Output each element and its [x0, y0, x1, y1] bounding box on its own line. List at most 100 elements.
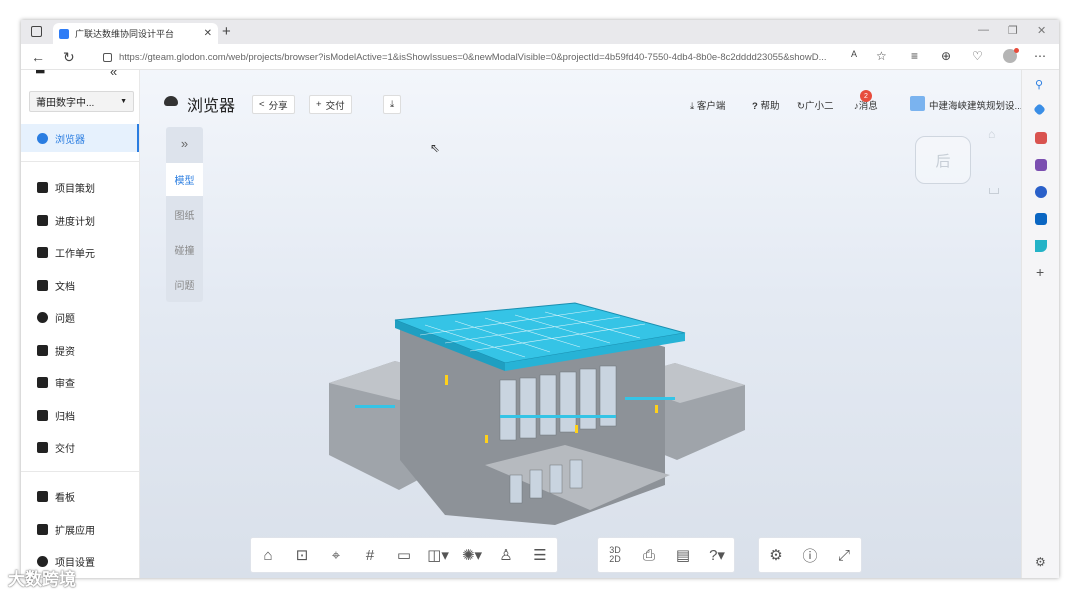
sidebar-item-browser[interactable]: 浏览器 — [21, 124, 139, 152]
browser-tabbar: 广联达数维协同设计平台 ✕ + — ❐ ✕ — [21, 20, 1059, 44]
grid-icon[interactable]: # — [353, 537, 387, 573]
expand-panel-icon[interactable]: » — [166, 127, 203, 160]
site-info-icon[interactable] — [103, 52, 112, 62]
user-name[interactable]: 中建海峡建筑规划设... — [929, 98, 1021, 112]
measure-icon[interactable]: ⌖ — [319, 537, 353, 573]
browser-tab[interactable]: 广联达数维协同设计平台 ✕ — [53, 23, 218, 44]
collections-icon[interactable]: ⊕ — [941, 49, 951, 63]
url-text: https://gteam.glodon.com/web/projects/br… — [119, 51, 827, 63]
viewcube-home-icon[interactable]: ⌂ — [988, 127, 995, 141]
tab-issues[interactable]: 问题 — [166, 268, 203, 301]
section-box-icon[interactable]: ▭ — [387, 537, 421, 573]
restore-icon[interactable]: ❐ — [1008, 24, 1018, 37]
sidebar-divider — [21, 161, 140, 162]
tab-clash[interactable]: 碰撞 — [166, 233, 203, 266]
toggle-2d-label: 2D — [609, 554, 621, 564]
sidebar-item-label: 项目策划 — [55, 183, 95, 195]
cube-icon — [37, 246, 48, 258]
sidebar-item-label: 浏览器 — [55, 134, 85, 146]
health-icon[interactable]: ♡ — [972, 49, 983, 63]
refresh-icon[interactable]: ↻ — [63, 49, 75, 66]
section-plane-icon[interactable]: ◫▾ — [421, 537, 455, 573]
sidebar-settings-icon[interactable]: ⚙ — [1035, 555, 1046, 569]
plus-icon: + — [316, 99, 322, 110]
more-menu-icon[interactable]: ⋯ — [1034, 49, 1046, 63]
zoom-fit-icon[interactable]: ⊡ — [285, 537, 319, 573]
tab-drawings[interactable]: 图纸 — [166, 198, 203, 231]
sidebar-item-label: 工作单元 — [55, 248, 95, 260]
url-field[interactable]: https://gteam.glodon.com/web/projects/br… — [103, 48, 873, 66]
assistant-link[interactable]: ↻广小二 — [797, 98, 833, 112]
outlook-icon[interactable] — [1035, 213, 1047, 225]
deliver-button[interactable]: + 交付 — [309, 95, 352, 114]
question-icon — [37, 311, 48, 323]
sidebar-item-label: 进度计划 — [55, 216, 95, 228]
sidebar-item-issues[interactable]: 问题 — [21, 303, 139, 331]
sidebar-item-planning[interactable]: 项目策划 — [21, 173, 139, 201]
viewcube-compass-icon[interactable] — [989, 188, 999, 194]
mouse-cursor-icon: ⇖ — [430, 141, 441, 155]
home-icon[interactable]: ⌂ — [251, 537, 285, 573]
sidebar-item-submit[interactable]: 提资 — [21, 336, 139, 364]
sidebar-item-work-unit[interactable]: 工作单元 — [21, 238, 139, 266]
back-icon[interactable]: ← — [31, 49, 45, 65]
schedule-icon — [37, 214, 48, 226]
collapse-sidebar-icon[interactable]: « — [110, 70, 117, 79]
office-icon[interactable] — [1035, 186, 1047, 198]
client-label: 客户端 — [696, 101, 726, 112]
message-count-badge: 2 — [860, 90, 872, 102]
add-sidebar-app-icon[interactable]: + — [1036, 264, 1044, 280]
tab-title: 广联达数维协同设计平台 — [75, 29, 175, 39]
edge-sidebar: ⚲ + ⚙ — [1021, 70, 1059, 578]
close-tab-icon[interactable]: ✕ — [204, 28, 212, 39]
sidebar-item-review[interactable]: 审查 — [21, 368, 139, 396]
sidebar-item-documents[interactable]: 文档 — [21, 271, 139, 299]
person-icon[interactable]: ♙ — [489, 537, 523, 573]
info-icon[interactable]: ⓘ — [793, 537, 827, 573]
new-tab-button[interactable]: + — [222, 23, 231, 40]
model-viewport[interactable]: 浏览器 < 分享 + 交付 ⤓ ⤓ 客户端 ? 帮助 ↻广小二 ♪消息 2 中建海峡… — [140, 70, 1021, 578]
close-window-icon[interactable]: ✕ — [1037, 24, 1046, 37]
tag-icon[interactable] — [1033, 103, 1046, 116]
sidebar-item-archive[interactable]: 归档 — [21, 401, 139, 429]
sidebar-item-schedule[interactable]: 进度计划 — [21, 206, 139, 234]
annotation-icon[interactable]: ▤ — [666, 537, 700, 573]
sidebar-item-deliver[interactable]: 交付 — [21, 433, 139, 461]
download-button[interactable]: ⤓ — [383, 95, 402, 114]
building-model[interactable] — [325, 285, 755, 530]
games-icon[interactable] — [1035, 159, 1047, 171]
sidebar-item-dashboard[interactable]: 看板 — [21, 482, 139, 510]
share-button[interactable]: < 分享 — [252, 95, 295, 114]
send-icon[interactable] — [1035, 240, 1047, 252]
tab-actions-icon[interactable] — [31, 26, 42, 37]
search-icon[interactable]: ⚲ — [1035, 78, 1047, 91]
tab-model[interactable]: 模型 — [166, 163, 203, 196]
properties-icon[interactable]: ☰ — [523, 537, 557, 573]
toolbox-icon[interactable] — [1035, 132, 1047, 144]
read-aloud-icon[interactable]: A — [851, 49, 857, 59]
camera-icon[interactable]: ⎙ — [632, 537, 666, 573]
sidebar-divider — [21, 471, 140, 472]
help-link[interactable]: ? 帮助 — [752, 98, 779, 112]
apps-icon — [37, 523, 48, 535]
browser-icon — [164, 96, 178, 106]
favorite-star-icon[interactable]: ☆ — [876, 49, 887, 63]
chevron-down-icon: ▼ — [120, 98, 127, 105]
submit-icon — [37, 344, 48, 356]
sidebar-item-label: 提资 — [55, 346, 75, 358]
viewcube[interactable]: 后 — [915, 136, 971, 184]
help-question-icon[interactable]: ?▾ — [700, 537, 734, 573]
explode-icon[interactable]: ✺▾ — [455, 537, 489, 573]
3d-2d-toggle-icon[interactable]: 3D 2D — [598, 537, 632, 573]
project-selector[interactable]: 莆田数字中... ▼ — [29, 91, 134, 112]
sidebar-item-extensions[interactable]: 扩展应用 — [21, 515, 139, 543]
minimize-icon[interactable]: — — [978, 24, 989, 36]
home-icon[interactable]: ▀ — [36, 70, 45, 80]
profile-avatar[interactable] — [1003, 48, 1019, 63]
user-avatar[interactable] — [910, 96, 925, 111]
settings-icon[interactable]: ⚙ — [759, 537, 793, 573]
fullscreen-icon[interactable]: ⤢ — [827, 537, 861, 573]
review-icon — [37, 376, 48, 388]
favorites-list-icon[interactable]: ≡ — [911, 49, 918, 63]
client-link[interactable]: ⤓ 客户端 — [690, 98, 725, 112]
